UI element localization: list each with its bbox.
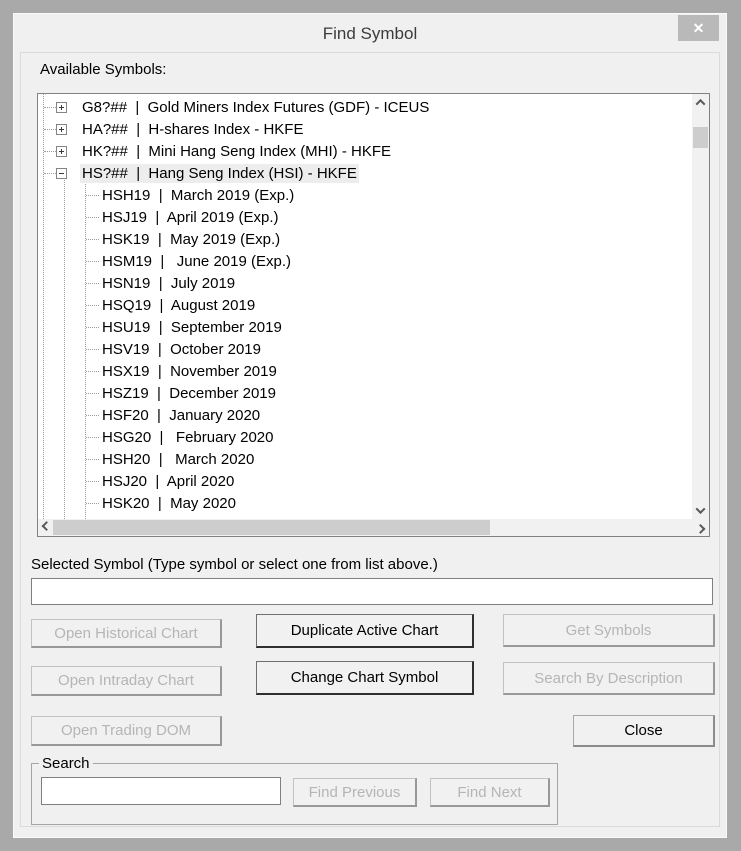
tree-group-label: HA?## | H-shares Index - HKFE [82, 120, 304, 138]
tree-item-row[interactable]: HSH19 | March 2019 (Exp.) [38, 184, 692, 206]
duplicate-active-chart-button[interactable]: Duplicate Active Chart [256, 614, 474, 648]
search-group: Search Find Previous Find Next [31, 755, 558, 825]
tree-group-row[interactable]: HK?## | Mini Hang Seng Index (MHI) - HKF… [38, 140, 692, 162]
tree-connector [86, 327, 99, 328]
tree-item-row[interactable]: HSQ19 | August 2019 [38, 294, 692, 316]
search-input[interactable] [41, 777, 281, 805]
symbol-tree-viewport[interactable]: G8?## | Gold Miners Index Futures (GDF) … [38, 94, 692, 519]
tree-connector [86, 239, 99, 240]
find-previous-button[interactable]: Find Previous [293, 778, 417, 807]
tree-item-label: HSJ20 | April 2020 [102, 472, 235, 490]
tree-connector [86, 371, 99, 372]
tree-connector [86, 261, 99, 262]
scroll-right-icon[interactable] [692, 519, 709, 536]
tree-item-label: HSU19 | September 2019 [102, 318, 282, 336]
close-button[interactable]: Close [573, 715, 715, 747]
tree-item-row[interactable]: HSH20 | March 2020 [38, 448, 692, 470]
tree-group-row[interactable]: G8?## | Gold Miners Index Futures (GDF) … [38, 96, 692, 118]
tree-connector [86, 195, 99, 196]
tree-item-row[interactable]: HSZ19 | December 2019 [38, 382, 692, 404]
tree-connector [44, 107, 56, 108]
tree-connector [86, 283, 99, 284]
tree-item-row[interactable]: HSU19 | September 2019 [38, 316, 692, 338]
tree-item-row[interactable]: HSM19 | June 2019 (Exp.) [38, 250, 692, 272]
search-by-description-button[interactable]: Search By Description [503, 662, 715, 695]
close-icon[interactable]: ✕ [678, 15, 719, 41]
find-symbol-dialog: Find Symbol ✕ Available Symbols: G8?## |… [13, 13, 727, 838]
expand-icon[interactable] [56, 123, 67, 135]
tree-group-label: HK?## | Mini Hang Seng Index (MHI) - HKF… [82, 142, 392, 160]
tree-item-row[interactable]: HSV19 | October 2019 [38, 338, 692, 360]
content-panel: Available Symbols: G8?## | Gold Miners I… [20, 52, 720, 827]
open-trading-dom-button[interactable]: Open Trading DOM [31, 716, 222, 746]
selected-symbol-input[interactable] [31, 578, 713, 605]
tree-group-label: HS?## | Hang Seng Index (HSI) - HKFE [80, 163, 359, 183]
tree-item-label: HSJ19 | April 2019 (Exp.) [102, 208, 279, 226]
horizontal-scroll-thumb[interactable] [53, 520, 490, 535]
tree-item-label: HSN19 | July 2019 [102, 274, 236, 292]
tree-connector [44, 151, 56, 152]
find-next-button[interactable]: Find Next [430, 778, 550, 807]
scroll-down-icon[interactable] [692, 502, 709, 519]
tree-connector [86, 503, 99, 504]
tree-item-row[interactable]: HSG20 | February 2020 [38, 426, 692, 448]
tree-item-label: HSG20 | February 2020 [102, 428, 274, 446]
tree-group-row[interactable]: HA?## | H-shares Index - HKFE [38, 118, 692, 140]
expand-icon[interactable] [56, 101, 67, 113]
dialog-title: Find Symbol [322, 24, 418, 43]
tree-item-row[interactable]: HSK20 | May 2020 [38, 492, 692, 514]
tree-item-row[interactable]: HSN19 | July 2019 [38, 272, 692, 294]
tree-item-label: HSK19 | May 2019 (Exp.) [102, 230, 281, 248]
get-symbols-button[interactable]: Get Symbols [503, 614, 715, 647]
tree-connector [86, 393, 99, 394]
expand-icon[interactable] [56, 145, 67, 157]
tree-item-label: HSV19 | October 2019 [102, 340, 261, 358]
tree-connector [44, 129, 56, 130]
tree-group-label: G8?## | Gold Miners Index Futures (GDF) … [82, 98, 430, 116]
vertical-scrollbar[interactable] [692, 94, 709, 519]
tree-connector [44, 173, 56, 174]
tree-item-label: HSH20 | March 2020 [102, 450, 255, 468]
tree-item-row[interactable]: HSK19 | May 2019 (Exp.) [38, 228, 692, 250]
search-group-label: Search [39, 755, 93, 772]
tree-item-row[interactable]: HSF20 | January 2020 [38, 404, 692, 426]
tree-connector [86, 437, 99, 438]
tree-connector [86, 415, 99, 416]
tree-item-label: HSK20 | May 2020 [102, 494, 236, 512]
scroll-up-icon[interactable] [692, 94, 709, 111]
tree-connector [86, 481, 99, 482]
tree-item-label: HSX19 | November 2019 [102, 362, 277, 380]
vertical-scroll-thumb[interactable] [693, 127, 708, 148]
open-intraday-chart-button[interactable]: Open Intraday Chart [31, 666, 222, 696]
tree-connector [86, 305, 99, 306]
tree-item-row[interactable]: HSX19 | November 2019 [38, 360, 692, 382]
change-chart-symbol-button[interactable]: Change Chart Symbol [256, 661, 474, 695]
tree-item-label: HSM19 | June 2019 (Exp.) [102, 252, 291, 270]
symbol-listbox: G8?## | Gold Miners Index Futures (GDF) … [37, 93, 710, 537]
tree-connector [86, 349, 99, 350]
horizontal-scrollbar[interactable] [38, 519, 709, 536]
tree-item-label: HSZ19 | December 2019 [102, 384, 276, 402]
tree-item-label: HSQ19 | August 2019 [102, 296, 256, 314]
tree-item-row[interactable]: HSJ19 | April 2019 (Exp.) [38, 206, 692, 228]
tree-connector [86, 217, 99, 218]
tree-group-row[interactable]: HS?## | Hang Seng Index (HSI) - HKFE [38, 162, 692, 184]
collapse-icon[interactable] [56, 167, 67, 179]
tree-item-row[interactable]: HSJ20 | April 2020 [38, 470, 692, 492]
tree-connector [86, 459, 99, 460]
tree-item-label: HSF20 | January 2020 [102, 406, 261, 424]
symbol-tree: G8?## | Gold Miners Index Futures (GDF) … [38, 96, 692, 514]
open-historical-chart-button[interactable]: Open Historical Chart [31, 619, 222, 648]
available-symbols-label: Available Symbols: [40, 61, 167, 78]
tree-item-label: HSH19 | March 2019 (Exp.) [102, 186, 295, 204]
selected-symbol-label: Selected Symbol (Type symbol or select o… [31, 556, 438, 573]
